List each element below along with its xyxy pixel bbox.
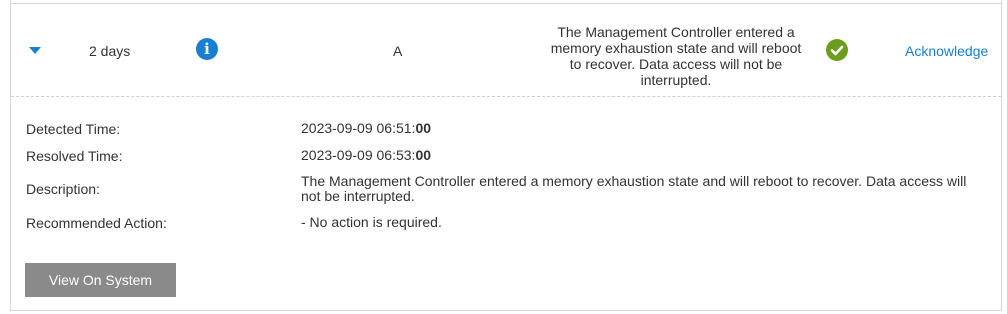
description-label: Description:	[26, 181, 100, 197]
resolved-time-label: Resolved Time:	[26, 148, 123, 164]
row-divider	[11, 96, 1001, 97]
recommended-action-value: - No action is required.	[301, 214, 442, 230]
event-source: A	[393, 43, 403, 59]
description-value: The Management Controller entered a memo…	[301, 173, 967, 204]
event-message: The Management Controller entered a memo…	[550, 24, 802, 88]
resolved-time-value: 2023-09-09 06:53:00	[301, 148, 981, 163]
recommended-action-label: Recommended Action:	[26, 215, 167, 231]
acknowledge-link[interactable]: Acknowledge	[905, 43, 988, 59]
detected-time-value: 2023-09-09 06:51:00	[301, 121, 981, 136]
detected-time-seconds: 00	[415, 120, 432, 136]
resolved-time-seconds: 00	[415, 147, 432, 163]
event-age: 2 days	[89, 43, 131, 59]
caret-down-icon[interactable]	[29, 47, 41, 54]
resolved-time-prefix: 2023-09-09 06:53:	[301, 147, 416, 163]
detected-time-prefix: 2023-09-09 06:51:	[301, 120, 416, 136]
check-circle-icon	[826, 39, 848, 61]
event-row[interactable]: 2 days i A The Management Controller ent…	[11, 4, 1001, 96]
view-on-system-button[interactable]: View On System	[25, 263, 176, 297]
event-panel: 2 days i A The Management Controller ent…	[10, 0, 1002, 311]
info-icon: i	[196, 38, 218, 60]
detected-time-label: Detected Time:	[26, 121, 121, 137]
